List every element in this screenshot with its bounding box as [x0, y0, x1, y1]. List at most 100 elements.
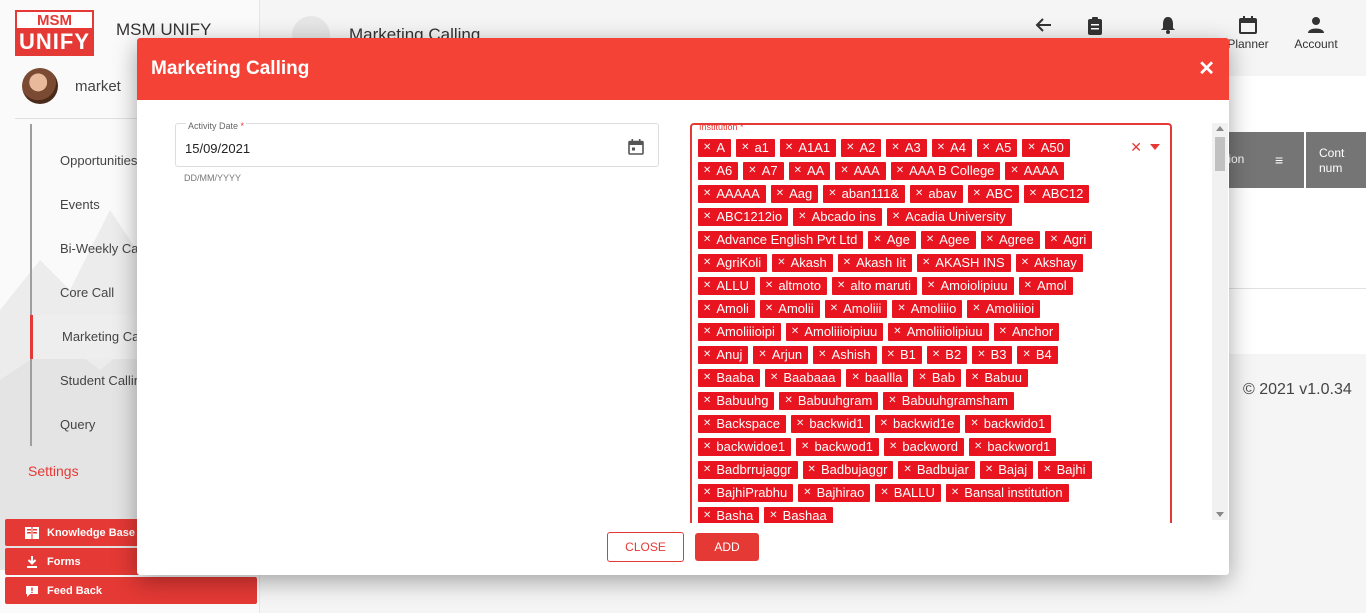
account-button[interactable]: Account: [1292, 16, 1340, 51]
institution-chip[interactable]: ✕ Agri: [1044, 231, 1093, 249]
remove-chip-icon[interactable]: ✕: [765, 300, 773, 318]
institution-chip[interactable]: ✕ Amoiolipiuu: [922, 277, 1014, 295]
institution-chip[interactable]: ✕ Babuu: [965, 369, 1028, 387]
institution-chip[interactable]: ✕ A4: [931, 139, 973, 157]
remove-chip-icon[interactable]: ✕: [973, 185, 981, 203]
dialog-scrollbar[interactable]: [1212, 123, 1228, 520]
remove-chip-icon[interactable]: ✕: [791, 323, 799, 341]
institution-chip[interactable]: ✕ AAA B College: [890, 162, 1001, 180]
institution-chip[interactable]: ✕ baallla: [846, 369, 909, 387]
chevron-down-icon[interactable]: [1150, 144, 1160, 150]
remove-chip-icon[interactable]: ✕: [903, 461, 911, 479]
nav-item-opportunities[interactable]: Opportunities: [60, 153, 137, 168]
institution-chip[interactable]: ✕ backword1: [969, 438, 1057, 456]
institution-chip[interactable]: ✕ Aag: [770, 185, 819, 203]
institution-chip[interactable]: ✕ AAA: [835, 162, 886, 180]
remove-chip-icon[interactable]: ✕: [741, 139, 749, 157]
institution-chip[interactable]: ✕ Badbujaggr: [802, 461, 894, 479]
institution-chip[interactable]: ✕ Baaba: [698, 369, 760, 387]
remove-chip-icon[interactable]: ✕: [758, 346, 766, 364]
nav-item-query[interactable]: Query: [60, 417, 95, 432]
remove-chip-icon[interactable]: ✕: [776, 185, 784, 203]
remove-chip-icon[interactable]: ✕: [703, 300, 711, 318]
institution-chip[interactable]: ✕ backwod1: [796, 438, 879, 456]
activity-date-input[interactable]: [185, 141, 485, 156]
institution-chip[interactable]: ✕ backwid1: [790, 415, 870, 433]
institution-chip[interactable]: ✕ Bab: [913, 369, 961, 387]
institution-chip[interactable]: ✕ Amoliii: [824, 300, 888, 318]
institution-chip[interactable]: ✕ Badbujar: [898, 461, 975, 479]
nav-item-core-call[interactable]: Core Call: [60, 285, 114, 300]
remove-chip-icon[interactable]: ✕: [880, 484, 888, 502]
institution-chip[interactable]: ✕ AA: [788, 162, 831, 180]
institution-chip[interactable]: ✕ A5: [977, 139, 1018, 157]
institution-chip[interactable]: ✕ A1A1: [779, 139, 837, 157]
remove-chip-icon[interactable]: ✕: [784, 392, 792, 410]
scroll-down-icon[interactable]: [1216, 512, 1224, 517]
institution-chip[interactable]: ✕ ABC1212io: [698, 208, 789, 226]
remove-chip-icon[interactable]: ✕: [937, 139, 945, 157]
remove-chip-icon[interactable]: ✕: [982, 139, 990, 157]
remove-chip-icon[interactable]: ✕: [927, 277, 935, 295]
remove-chip-icon[interactable]: ✕: [932, 346, 940, 364]
remove-chip-icon[interactable]: ✕: [880, 415, 888, 433]
institution-chip[interactable]: ✕ AKASH INS: [916, 254, 1011, 272]
institution-chip[interactable]: ✕ Bajaj: [979, 461, 1034, 479]
remove-chip-icon[interactable]: ✕: [970, 415, 978, 433]
institution-chip[interactable]: ✕ alto maruti: [831, 277, 918, 295]
remove-chip-icon[interactable]: ✕: [818, 346, 826, 364]
remove-chip-icon[interactable]: ✕: [892, 208, 900, 226]
remove-chip-icon[interactable]: ✕: [703, 461, 711, 479]
scroll-thumb[interactable]: [1215, 137, 1225, 171]
settings-link[interactable]: Settings: [28, 463, 79, 479]
remove-chip-icon[interactable]: ✕: [889, 438, 897, 456]
remove-chip-icon[interactable]: ✕: [846, 139, 854, 157]
institution-chip[interactable]: ✕ A6: [698, 162, 739, 180]
remove-chip-icon[interactable]: ✕: [851, 369, 859, 387]
institution-chip[interactable]: ✕ aban111&: [823, 185, 906, 203]
calendar-icon[interactable]: [628, 139, 644, 155]
remove-chip-icon[interactable]: ✕: [974, 438, 982, 456]
remove-chip-icon[interactable]: ✕: [796, 415, 804, 433]
institution-chip[interactable]: ✕ B4: [1017, 346, 1058, 364]
remove-chip-icon[interactable]: ✕: [703, 369, 711, 387]
user-profile[interactable]: market: [22, 68, 121, 104]
remove-chip-icon[interactable]: ✕: [703, 139, 711, 157]
remove-chip-icon[interactable]: ✕: [1027, 139, 1035, 157]
remove-chip-icon[interactable]: ✕: [703, 346, 711, 364]
institution-chip[interactable]: ✕ Babuuhgramsham: [883, 392, 1014, 410]
remove-chip-icon[interactable]: ✕: [1029, 185, 1037, 203]
institution-chip[interactable]: ✕ Baabaaa: [764, 369, 842, 387]
institution-chip[interactable]: ✕ Babuuhg: [698, 392, 775, 410]
institution-chip[interactable]: ✕ B2: [926, 346, 968, 364]
institution-chip[interactable]: ✕ B3: [972, 346, 1013, 364]
activity-date-field[interactable]: Activity Date *: [175, 121, 659, 167]
remove-chip-icon[interactable]: ✕: [840, 162, 848, 180]
institution-chip[interactable]: ✕ A50: [1022, 139, 1070, 157]
feedback-button[interactable]: Feed Back: [5, 577, 257, 604]
institution-chip[interactable]: ✕ Amoli: [698, 300, 755, 318]
remove-chip-icon[interactable]: ✕: [1043, 461, 1051, 479]
clipboard-button[interactable]: [1086, 16, 1104, 39]
institution-chip[interactable]: ✕ Arjun: [753, 346, 809, 364]
remove-chip-icon[interactable]: ✕: [888, 392, 896, 410]
remove-chip-icon[interactable]: ✕: [769, 507, 777, 523]
remove-chip-icon[interactable]: ✕: [703, 277, 711, 295]
nav-item-student-calling[interactable]: Student Callin: [60, 373, 141, 388]
institution-chip[interactable]: ✕ Anuj: [698, 346, 749, 364]
remove-chip-icon[interactable]: ✕: [777, 254, 785, 272]
institution-chip[interactable]: ✕ Akash Iit: [837, 254, 912, 272]
notifications-button[interactable]: [1160, 16, 1176, 37]
institution-chip[interactable]: ✕ backwido1: [965, 415, 1052, 433]
remove-chip-icon[interactable]: ✕: [703, 438, 711, 456]
remove-chip-icon[interactable]: ✕: [1010, 162, 1018, 180]
institution-chip[interactable]: ✕ A7: [743, 162, 784, 180]
institution-chip[interactable]: ✕ Agree: [980, 231, 1040, 249]
remove-chip-icon[interactable]: ✕: [891, 139, 899, 157]
institution-chip[interactable]: ✕ backword: [883, 438, 965, 456]
remove-chip-icon[interactable]: ✕: [999, 323, 1007, 341]
institution-chip[interactable]: ✕ ABC12: [1023, 185, 1090, 203]
clear-icon[interactable]: ✕: [1130, 139, 1142, 156]
institution-chip[interactable]: ✕ Bajhi: [1038, 461, 1092, 479]
institution-chip[interactable]: ✕ Basha: [698, 507, 760, 523]
